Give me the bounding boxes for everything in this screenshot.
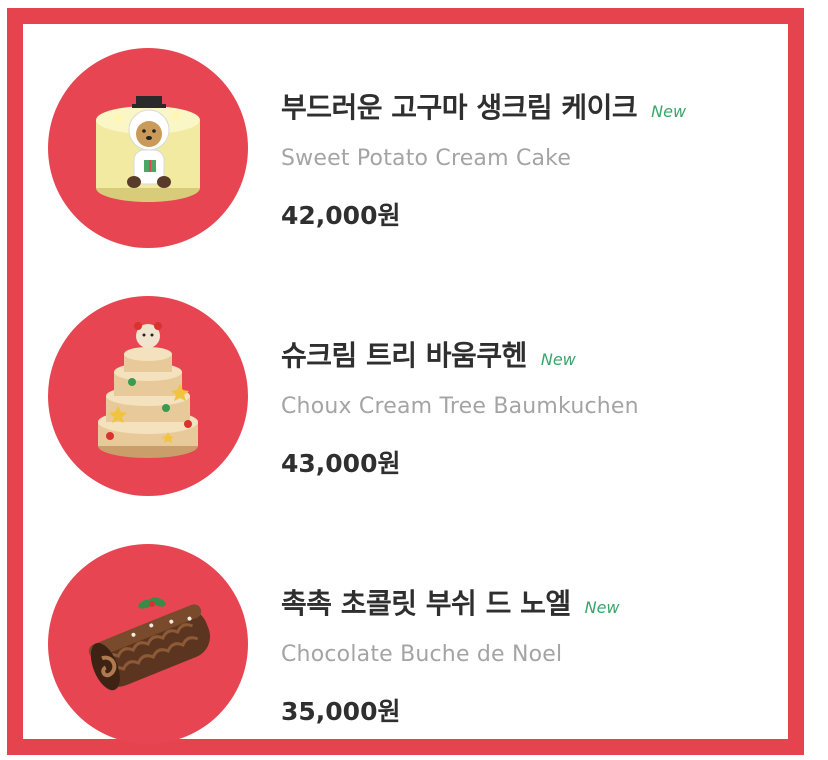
product-title-row: 촉촉 초콜릿 부쉬 드 노엘 New [281,582,620,622]
product-name-ko[interactable]: 촉촉 초콜릿 부쉬 드 노엘 [281,582,571,622]
baumkuchen-tree-image[interactable] [48,296,248,496]
product-price: 35,000원 [281,697,401,726]
product-price: 42,000원 [281,201,401,230]
new-badge: New [651,102,687,121]
product-name-en: Choux Cream Tree Baumkuchen [281,394,639,419]
product-price: 43,000원 [281,449,401,478]
product-title-row: 슈크림 트리 바움쿠헨 New [281,334,576,374]
product-list-frame: 부드러운 고구마 생크림 케이크 New Sweet Potato Cream … [7,8,804,755]
product-name-ko[interactable]: 슈크림 트리 바움쿠헨 [281,334,527,374]
buche-de-noel-image[interactable] [48,544,248,744]
product-name-en: Chocolate Buche de Noel [281,642,563,667]
new-badge: New [540,350,576,369]
sweet-potato-cake-image[interactable] [48,48,248,248]
product-name-en: Sweet Potato Cream Cake [281,146,572,171]
product-title-row: 부드러운 고구마 생크림 케이크 New [281,86,686,126]
product-item[interactable]: 촉촉 초콜릿 부쉬 드 노엘 New Chocolate Buche de No… [23,544,788,754]
product-name-ko[interactable]: 부드러운 고구마 생크림 케이크 [281,86,638,126]
product-item[interactable]: 부드러운 고구마 생크림 케이크 New Sweet Potato Cream … [23,48,788,258]
product-item[interactable]: 슈크림 트리 바움쿠헨 New Choux Cream Tree Baumkuc… [23,296,788,506]
new-badge: New [584,598,620,617]
